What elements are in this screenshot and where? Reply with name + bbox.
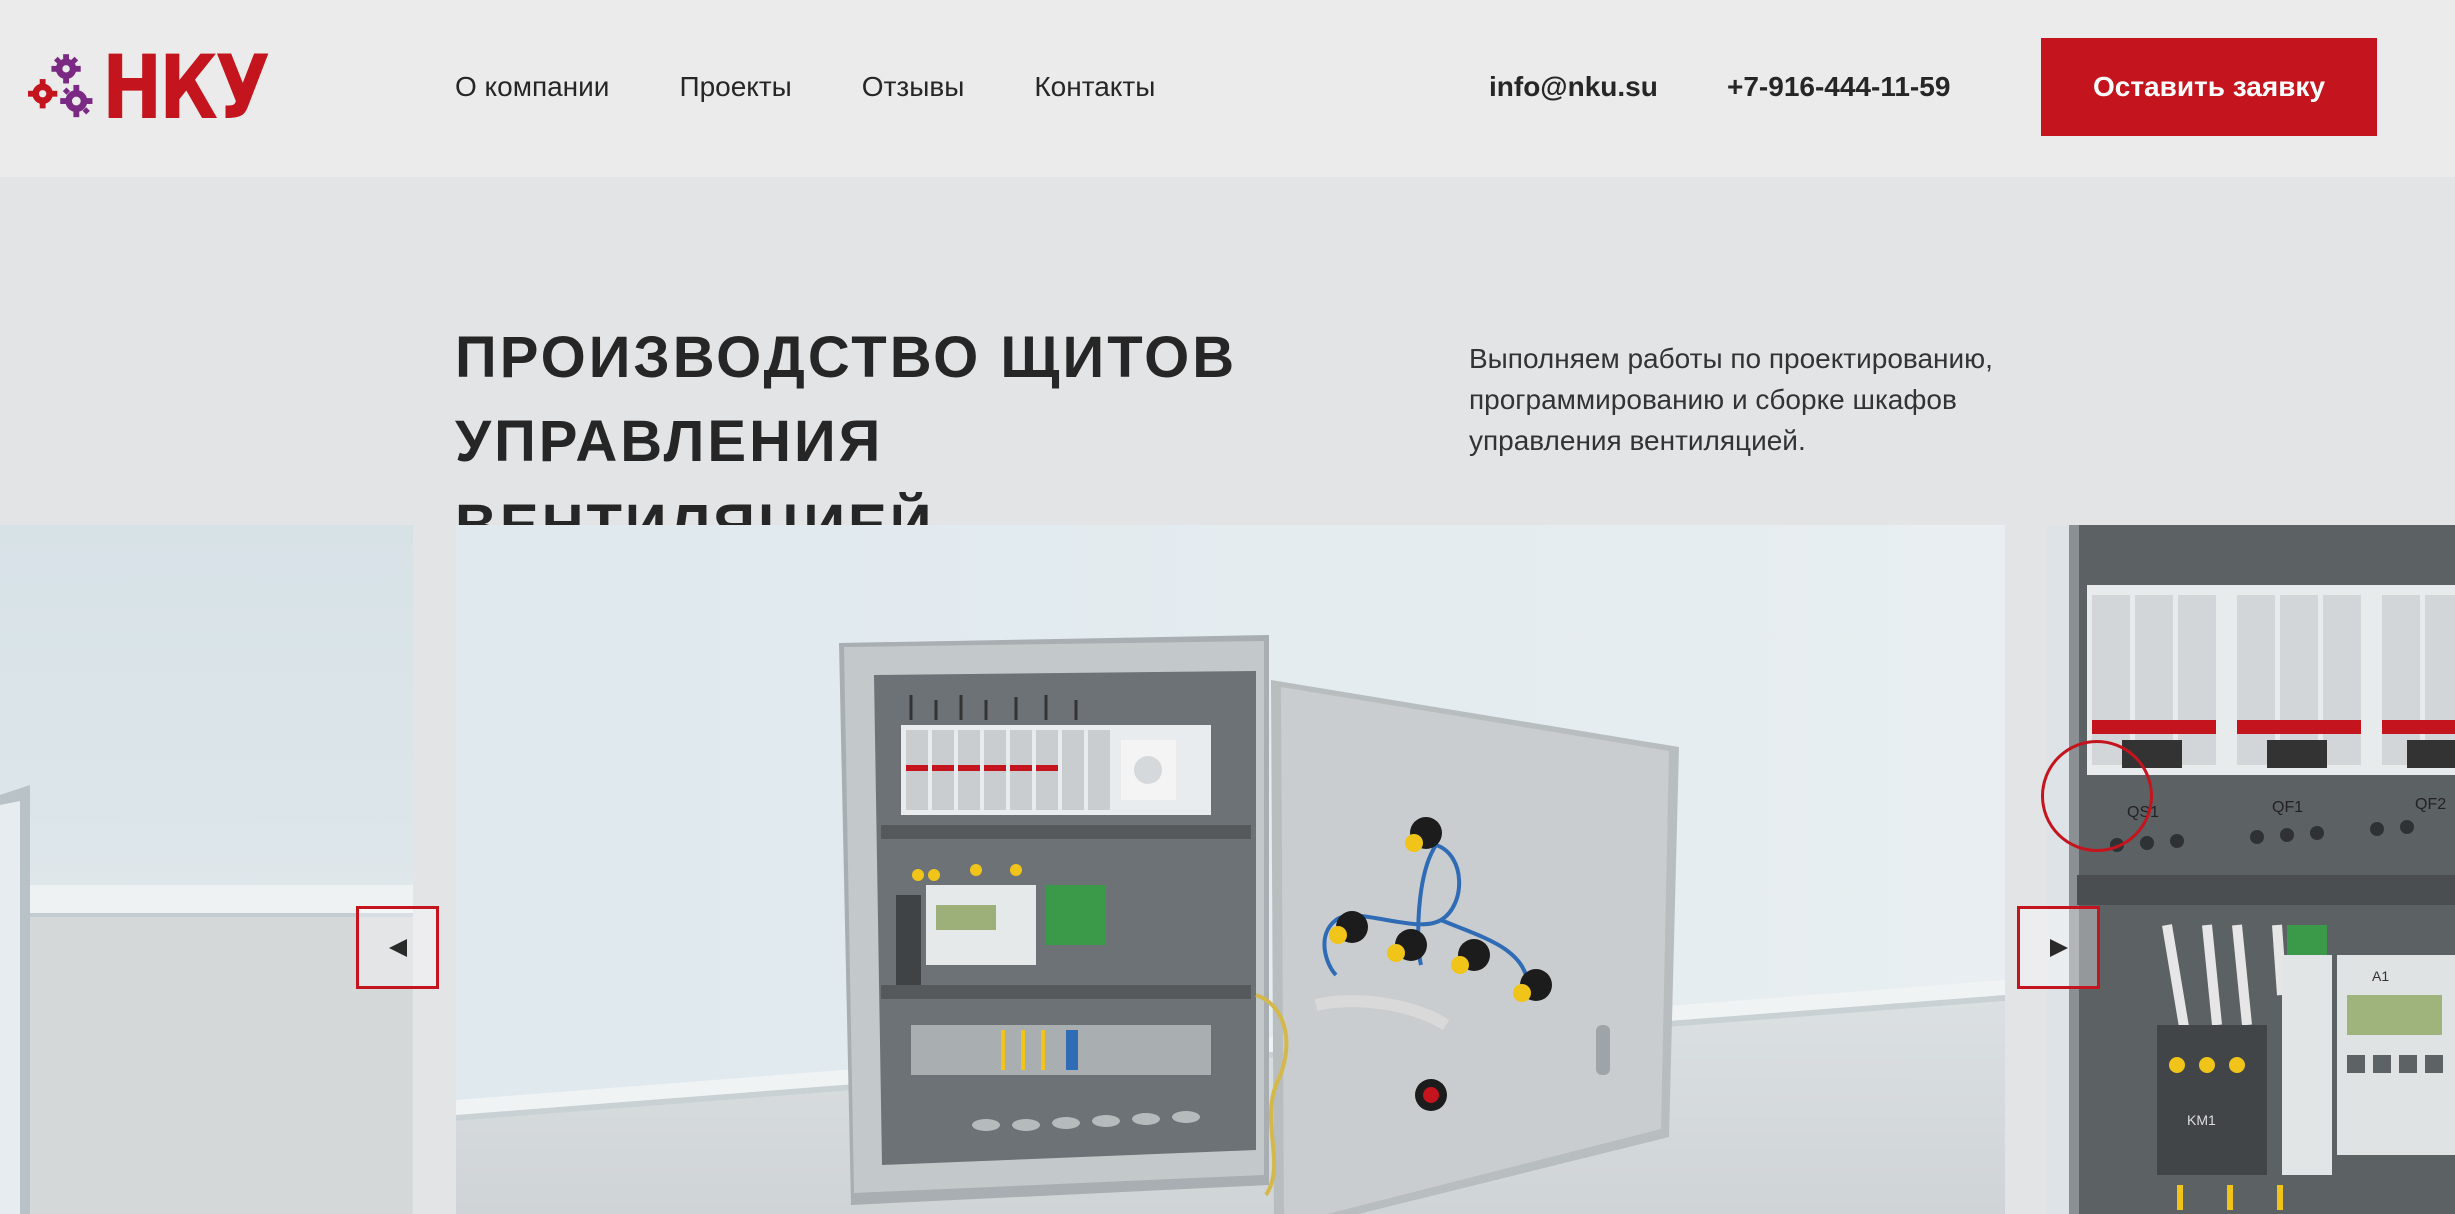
slide-current[interactable] <box>456 525 2005 1214</box>
triangle-left-icon <box>388 938 407 957</box>
hero-description: Выполняем работы по проектированию, прог… <box>1469 343 1993 456</box>
breaker-label-qf2: QF2 <box>2415 796 2446 813</box>
triangle-right-icon <box>2049 938 2068 957</box>
logo-text: НКУ <box>101 35 270 139</box>
slider-next-button[interactable] <box>2017 906 2100 989</box>
nav-item-about[interactable]: О компании <box>455 67 609 107</box>
nav-item-contacts[interactable]: Контакты <box>1034 67 1155 107</box>
nav-item-projects[interactable]: Проекты <box>679 67 791 107</box>
cursor-highlight-ring <box>2041 740 2153 852</box>
submit-request-button[interactable]: Оставить заявку <box>2041 38 2377 136</box>
site-header: НКУ О компании Проекты Отзывы Контакты i… <box>0 0 2455 177</box>
slider-prev-button[interactable] <box>356 906 439 989</box>
logo[interactable]: НКУ <box>28 40 303 135</box>
slide-next[interactable]: QS1 QF1 QF2 KM1 A1 <box>2047 525 2455 1214</box>
wall-floor-photo <box>0 525 413 1214</box>
email-link[interactable]: info@nku.su <box>1489 67 1658 107</box>
main-nav: О компании Проекты Отзывы Контакты <box>455 67 1155 107</box>
controller-label-a1: A1 <box>2372 968 2389 984</box>
breaker-label-qf1: QF1 <box>2272 799 2303 816</box>
slide-previous[interactable] <box>0 525 413 1214</box>
contactor-label-km1: KM1 <box>2187 1112 2216 1128</box>
gears-icon <box>28 54 93 118</box>
control-cabinet-photo <box>456 525 2005 1214</box>
nav-item-reviews[interactable]: Отзывы <box>862 67 965 107</box>
phone-link[interactable]: +7-916-444-11-59 <box>1727 67 1950 107</box>
breakers-closeup-photo: QS1 QF1 QF2 KM1 A1 <box>2047 525 2455 1214</box>
page-title-line-1: ПРОИЗВОДСТВО ЩИТОВ <box>455 325 1238 390</box>
